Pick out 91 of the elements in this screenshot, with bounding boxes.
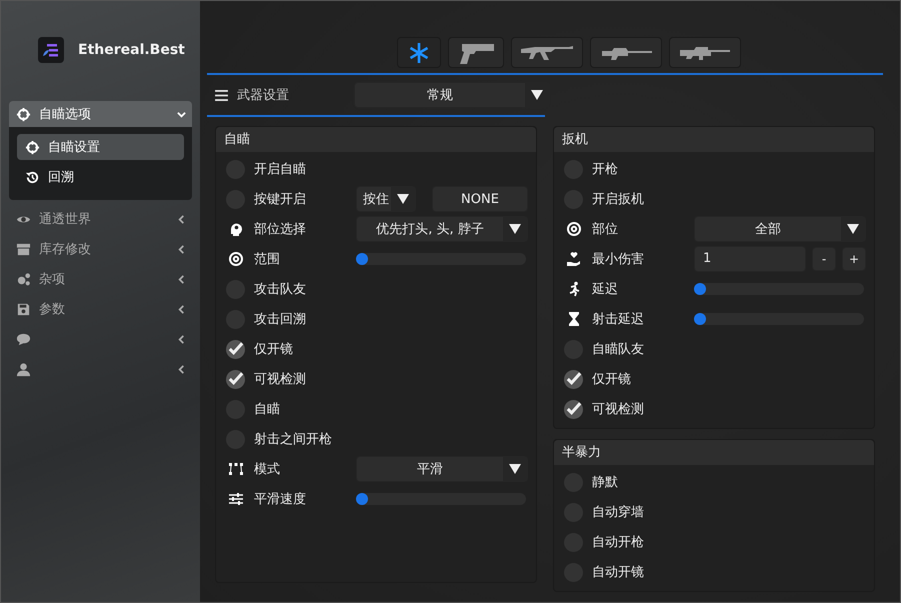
- head-icon: [228, 221, 244, 237]
- crosshair-icon: [16, 106, 31, 122]
- user-icon: [16, 362, 31, 376]
- slider-thumb[interactable]: [694, 313, 706, 325]
- slider-thumb[interactable]: [694, 283, 706, 295]
- submenu-item[interactable]: 自瞄设置: [17, 134, 184, 160]
- asterisk-icon: [407, 40, 431, 64]
- slider-thumb[interactable]: [356, 493, 368, 505]
- panel-title: 自瞄: [216, 127, 536, 152]
- chevron-left-icon: [177, 304, 186, 314]
- checkbox[interactable]: [564, 400, 583, 418]
- option-label: 自动开枪: [592, 534, 645, 551]
- dropdown-arrow-icon: [397, 194, 409, 204]
- chat-icon: [16, 332, 31, 346]
- hold-mode-dropdown[interactable]: 按住: [356, 186, 416, 212]
- chevron-left-icon: [177, 214, 186, 224]
- slider-thumb[interactable]: [356, 253, 368, 265]
- option-label: 静默: [592, 474, 619, 491]
- option-dropdown[interactable]: 全部: [694, 216, 866, 242]
- logo-icon: [38, 37, 64, 63]
- slider-track[interactable]: [694, 313, 864, 325]
- option-label: 自动开镜: [592, 564, 645, 581]
- option-dropdown[interactable]: 优先打头, 头, 脖子: [356, 216, 528, 242]
- sliders-icon: [228, 491, 244, 507]
- option-label: 自瞄: [254, 401, 281, 418]
- option-label: 射击之间开枪: [254, 431, 333, 448]
- option-label: 范围: [254, 251, 281, 268]
- decrement-button[interactable]: -: [812, 247, 836, 271]
- increment-button[interactable]: +: [842, 247, 866, 271]
- keybind-button[interactable]: NONE: [432, 186, 528, 212]
- sidebar-item[interactable]: 自瞄选项: [9, 101, 192, 127]
- option-label: 平滑速度: [254, 491, 307, 508]
- option-label: 部位: [592, 221, 619, 238]
- option-label: 部位选择: [254, 221, 307, 238]
- option-label: 仅开镜: [592, 371, 632, 388]
- chevron-down-icon: [177, 110, 186, 118]
- option-label: 按键开启: [254, 191, 307, 208]
- weapon-preset-dropdown[interactable]: 常规: [354, 82, 550, 108]
- weapon-tab[interactable]: [397, 37, 441, 68]
- option-label: 攻击回溯: [254, 311, 307, 328]
- checkbox[interactable]: [226, 370, 245, 388]
- dropdown-arrow-icon: [847, 224, 859, 234]
- option-label: 最小伤害: [592, 251, 645, 268]
- option-dropdown[interactable]: 平滑: [356, 456, 528, 482]
- target-icon: [566, 221, 582, 237]
- panel-title: 扳机: [554, 127, 874, 152]
- history-icon: [25, 170, 40, 184]
- crosshair-icon: [25, 140, 40, 154]
- sidebar-item[interactable]: 参数: [9, 294, 192, 324]
- brand-name: Ethereal.Best: [78, 42, 185, 58]
- sidebar-item[interactable]: 通透世界: [9, 204, 192, 234]
- number-field[interactable]: 1: [694, 246, 806, 272]
- chevron-left-icon: [177, 364, 186, 374]
- dropdown-arrow-icon: [509, 224, 521, 234]
- nodes-icon: [228, 461, 244, 477]
- option-label: 开启扳机: [592, 191, 645, 208]
- option-label: 自动穿墙: [592, 504, 645, 521]
- slider-track[interactable]: [356, 253, 526, 265]
- option-label: 仅开镜: [254, 341, 294, 358]
- weapon-tab[interactable]: [448, 37, 504, 68]
- dropdown-arrow-icon: [509, 464, 521, 474]
- hand-heart-icon: [566, 251, 582, 267]
- weapon-tab[interactable]: [669, 37, 741, 68]
- option-label: 开枪: [592, 161, 619, 178]
- chevron-left-icon: [177, 274, 186, 284]
- option-label: 延迟: [592, 281, 619, 298]
- weapon-tab[interactable]: [590, 37, 662, 68]
- checkbox[interactable]: [226, 340, 245, 358]
- chevron-left-icon: [177, 334, 186, 344]
- option-label: 模式: [254, 461, 281, 478]
- hourglass-icon: [566, 311, 582, 327]
- dropdown-arrow-icon: [531, 90, 543, 100]
- option-label: 可视检测: [592, 401, 645, 418]
- option-label: 自瞄队友: [592, 341, 645, 358]
- weapon-tab[interactable]: [511, 37, 583, 68]
- weapon-settings-label: 武器设置: [237, 87, 290, 104]
- chevron-left-icon: [177, 244, 186, 254]
- panel-title: 半暴力: [554, 440, 874, 465]
- box-icon: [16, 242, 31, 256]
- sidebar-item[interactable]: 杂项: [9, 264, 192, 294]
- checkbox[interactable]: [564, 370, 583, 388]
- option-label: 射击延迟: [592, 311, 645, 328]
- option-label: 可视检测: [254, 371, 307, 388]
- submenu-item[interactable]: 回溯: [17, 164, 184, 190]
- menu-icon: [215, 90, 228, 100]
- sidebar-item[interactable]: 库存修改: [9, 234, 192, 264]
- option-label: 攻击队友: [254, 281, 307, 298]
- slider-track[interactable]: [356, 493, 526, 505]
- option-label: 开启自瞄: [254, 161, 307, 178]
- target-icon: [228, 251, 244, 267]
- slider-track[interactable]: [694, 283, 864, 295]
